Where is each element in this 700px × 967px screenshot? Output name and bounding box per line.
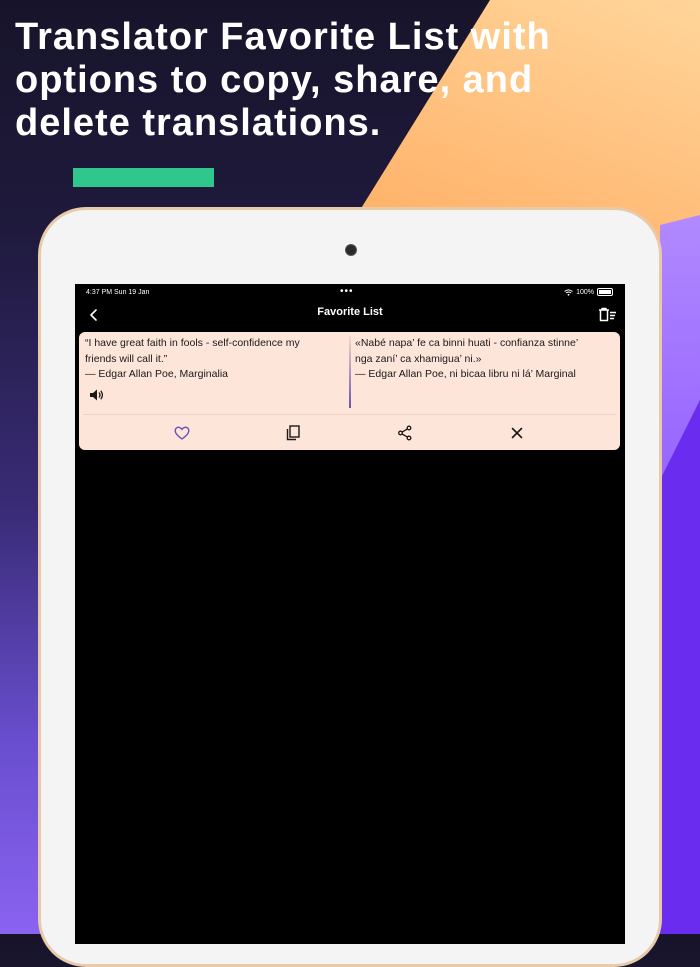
promo-headline: Translator Favorite List with options to…: [15, 16, 675, 145]
battery-icon: [597, 288, 613, 296]
page-title: Favorite List: [317, 306, 383, 318]
headline-line: Translator Favorite List with: [15, 16, 551, 58]
status-indicators: 100%: [564, 288, 613, 296]
share-icon: [398, 425, 412, 441]
translated-text: «Nabé napa’ fe ca binni huati - confianz…: [355, 336, 613, 383]
multitask-dots-icon[interactable]: •••: [340, 286, 354, 297]
source-text: “I have great faith in fools - self-conf…: [85, 336, 343, 383]
wifi-icon: [564, 288, 573, 296]
nav-bar: Favorite List: [75, 302, 625, 328]
source-text-line: — Edgar Allan Poe, Marginalia: [85, 368, 228, 380]
trash-list-icon: [599, 307, 616, 322]
copy-icon: [286, 425, 300, 441]
headline-line: delete translations.: [15, 102, 382, 144]
translated-text-line: — Edgar Allan Poe, ni bicaa libru ni lá’…: [355, 368, 576, 380]
close-icon: [511, 427, 523, 439]
card-actions: [79, 420, 620, 446]
translated-text-line: «Nabé napa’ fe ca binni huati - confianz…: [355, 337, 579, 349]
status-bar: 4:37 PM Sun 19 Jan ••• 100%: [75, 284, 625, 302]
heart-icon: [174, 426, 190, 440]
card-divider: [83, 414, 616, 415]
accent-bar: [73, 168, 214, 187]
speaker-icon: [90, 389, 104, 401]
copy-button[interactable]: [283, 423, 303, 443]
source-text-line: “I have great faith in fools - self-conf…: [85, 337, 300, 349]
app-screen: 4:37 PM Sun 19 Jan ••• 100% Favorite Lis…: [75, 284, 625, 944]
camera-icon: [345, 244, 357, 256]
delete-all-button[interactable]: [596, 306, 618, 324]
source-text-line: friends will call it.”: [85, 352, 168, 365]
share-button[interactable]: [395, 423, 415, 443]
status-time: 4:37 PM Sun 19 Jan: [86, 289, 150, 296]
headline-line: options to copy, share, and: [15, 59, 534, 101]
speak-button[interactable]: [88, 387, 104, 403]
translated-text-line: nga zaní’ ca xhamigua’ ni.»: [355, 352, 482, 365]
favorite-button[interactable]: [172, 423, 192, 443]
favorite-card[interactable]: “I have great faith in fools - self-conf…: [79, 332, 620, 450]
delete-button[interactable]: [507, 423, 527, 443]
column-divider: [349, 336, 351, 408]
battery-percent: 100%: [576, 288, 594, 296]
